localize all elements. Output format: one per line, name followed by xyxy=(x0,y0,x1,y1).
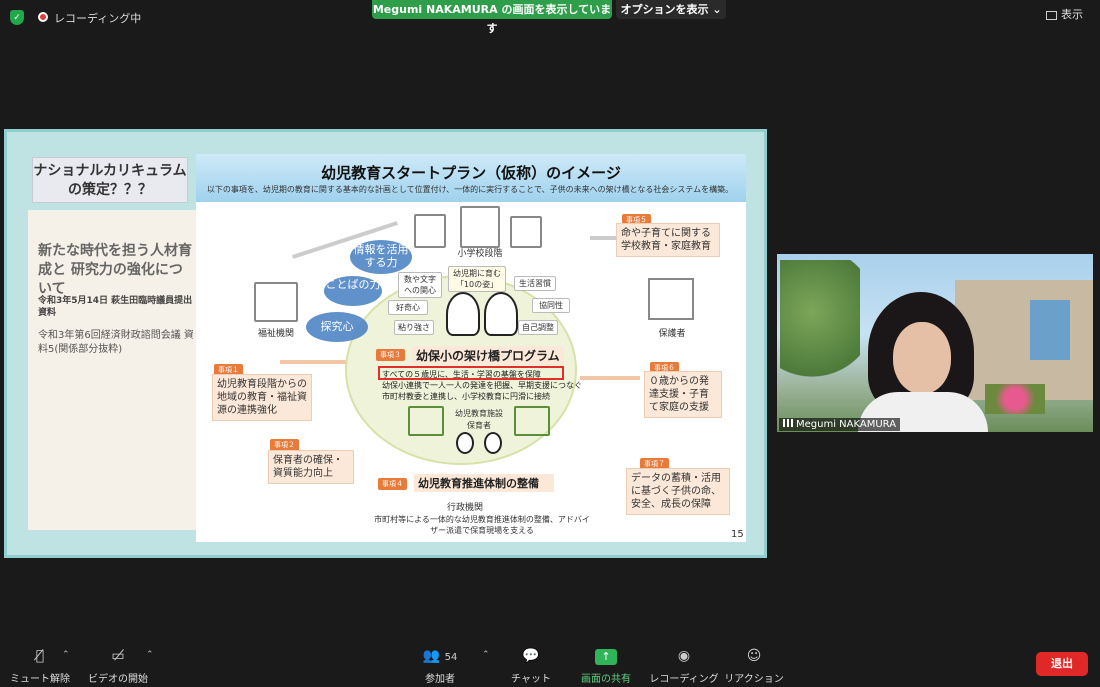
caregiver-icon xyxy=(484,432,502,454)
participant-face xyxy=(893,322,951,394)
record-button[interactable]: ◉ レコーディング xyxy=(644,648,724,685)
item3-bullet3: 市町村教委と連携し、小学校教育に円滑に接続 xyxy=(382,392,550,401)
reaction-icon: ☺ xyxy=(746,648,762,664)
view-options-label: オプションを表示 xyxy=(620,3,709,16)
chip-persistence: 粘り強さ xyxy=(394,320,434,335)
chevron-down-icon: ⌄ xyxy=(712,3,722,16)
video-background-flowers xyxy=(985,384,1045,414)
leave-button[interactable]: 退出 xyxy=(1036,652,1088,676)
participants-label: 参加者 xyxy=(425,674,455,685)
view-options-button[interactable]: オプションを表示 ⌄ xyxy=(616,0,726,19)
chip-self-regulation: 自己調整 xyxy=(518,320,558,335)
chat-button[interactable]: 💬 チャット xyxy=(491,648,571,685)
participants-count: 54 xyxy=(444,652,458,663)
welfare-label: 福祉機関 xyxy=(257,329,294,339)
item7-text: データの蓄積・活用に基づく子供の命、安全、成長の保障 xyxy=(626,468,730,515)
highlight-box xyxy=(378,366,564,380)
caregiver-label: 保育者 xyxy=(467,421,491,430)
bubble-information: 情報を活用する力 xyxy=(350,240,412,274)
participants-button[interactable]: 👥 54 参加者 xyxy=(400,648,480,685)
view-button[interactable]: 表示 xyxy=(1046,6,1083,22)
chip-number-letter: 数や文字への関心 xyxy=(398,272,442,298)
child-icon xyxy=(484,292,518,336)
slide-subtitle: 以下の事項を、幼児期の教育に関する基本的な計画として位置付け、一体的に実行するこ… xyxy=(206,185,734,194)
item3-title: 幼保小の架け橋プログラム xyxy=(412,346,564,365)
facility-building-icon xyxy=(408,406,444,436)
item5-text: 命や子育てに関する学校教育・家庭教育 xyxy=(616,223,720,257)
home-icon xyxy=(648,278,694,320)
item4-tag: 事項４ xyxy=(378,478,407,490)
share-screen-button[interactable]: ↑ 画面の共有 xyxy=(566,648,646,685)
record-label: レコーディング xyxy=(649,674,719,685)
school-building-icon xyxy=(414,214,446,248)
signal-icon xyxy=(783,419,793,427)
chip-ten-aspects: 幼児期に育む「10の姿」 xyxy=(448,266,506,292)
slide-left-heading: 新たな時代を担う人材育成と 研究力の強化について xyxy=(38,243,192,297)
reaction-label: リアクション xyxy=(724,674,784,685)
security-shield-icon[interactable]: ✓ xyxy=(10,10,24,25)
elementary-label: 小学校段階 xyxy=(457,249,503,259)
bubble-curiosity: 探究心 xyxy=(306,312,368,342)
unmute-label: ミュート解除 xyxy=(10,674,70,685)
slide-page-number: 15 xyxy=(731,529,744,540)
share-screen-label: 画面の共有 xyxy=(581,674,631,685)
start-video-label: ビデオの開始 xyxy=(88,674,148,685)
participant-name: Megumi NAKAMURA xyxy=(796,419,897,430)
item3-bullet2: 幼保小連携で一人一人の発達を把握、早期支援につなぐ xyxy=(382,381,582,390)
slide-left-source2: 令和3年第6回経済財政諮問会議 資料5(関係部分抜粋) xyxy=(38,330,194,355)
item4-title: 幼児教育推進体制の整備 xyxy=(414,474,554,492)
recording-icon xyxy=(38,12,48,22)
admin-label: 行政機関 xyxy=(446,503,483,513)
video-background-window xyxy=(1030,300,1070,360)
chip-curiosity: 好奇心 xyxy=(388,300,428,315)
reaction-button[interactable]: ☺ リアクション xyxy=(714,648,794,685)
facility-building-icon xyxy=(514,406,550,436)
participants-icon: 👥 54 xyxy=(422,648,458,664)
facility-label: 幼児教育施設 xyxy=(455,409,503,418)
slide-left-title: ナショナルカリキュラム の策定？？？ xyxy=(32,157,188,203)
view-label: 表示 xyxy=(1061,8,1083,21)
grid-icon xyxy=(1046,10,1057,20)
participants-caret-icon[interactable]: ⌃ xyxy=(482,650,490,660)
video-background-building xyxy=(955,280,1093,400)
item6-text: ０歳からの発達支援・子育て家庭の支援 xyxy=(644,371,722,418)
share-screen-icon: ↑ xyxy=(566,648,646,666)
item2-text: 保育者の確保・資質能力向上 xyxy=(268,450,354,484)
recording-status: レコーディング中 xyxy=(54,12,142,25)
child-icon xyxy=(446,292,480,336)
welfare-building-icon xyxy=(254,282,298,322)
school-building-icon xyxy=(460,206,500,248)
record-icon: ◉ xyxy=(677,648,691,664)
participant-name-tag: Megumi NAKAMURA xyxy=(779,418,901,431)
video-options-caret-icon[interactable]: ⌃ xyxy=(146,650,154,660)
chat-icon: 💬 xyxy=(522,648,540,664)
chip-habits: 生活習慣 xyxy=(514,276,556,291)
audio-options-caret-icon[interactable]: ⌃ xyxy=(62,650,70,660)
video-background-tree xyxy=(780,260,860,390)
item4-description: 市町村等による一体的な幼児教育推進体制の整備、アドバイザー派遣で保育現場を支える xyxy=(374,515,590,535)
chip-cooperation: 協同性 xyxy=(532,298,570,313)
caregiver-icon xyxy=(456,432,474,454)
chat-label: チャット xyxy=(511,674,551,685)
slide-title: 幼児教育スタートプラン（仮称）のイメージ xyxy=(321,164,621,182)
slide-left-source: 令和3年5月14日 萩生田臨時議員提出資料 xyxy=(38,296,193,318)
arrow-icon xyxy=(280,360,350,364)
item3-tag: 事項３ xyxy=(376,349,405,361)
item1-text: 幼児教育段階からの地域の教育・福祉資源の連携強化 xyxy=(212,374,312,421)
share-banner: Megumi NAKAMURA の画面を表示しています xyxy=(372,0,612,35)
school-building-icon xyxy=(510,216,542,248)
bubble-language: ことばの力 xyxy=(324,276,382,306)
guardian-label: 保護者 xyxy=(658,329,686,339)
